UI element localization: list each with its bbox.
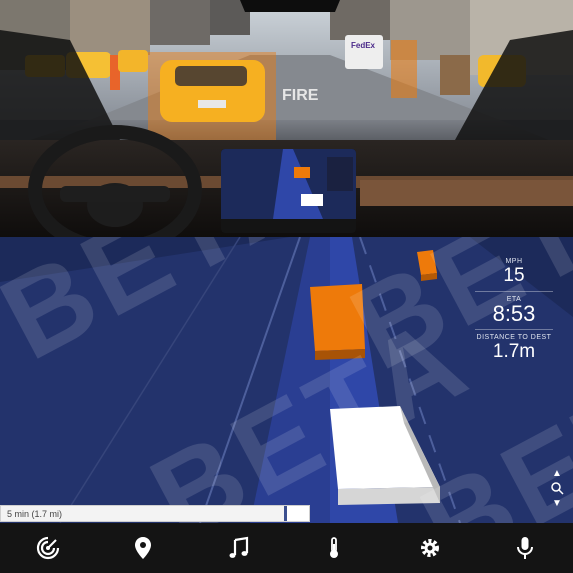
route-progress-marker [284,506,287,521]
settings-button[interactable] [410,528,450,568]
route-summary: 5 min (1.7 mi) [7,509,63,519]
distance-label: DISTANCE TO DEST [476,334,552,341]
speed-value: 15 [503,265,525,286]
navigation-button[interactable] [123,528,163,568]
car-center-screen [221,149,356,233]
music-icon [229,536,248,558]
speed-label: MPH [505,258,523,265]
location-icon [135,537,152,559]
stats-divider [475,291,553,292]
pedestrian-detection-box [391,40,417,98]
street-sign: FIRE [282,87,319,104]
eta-value: 8:53 [492,301,536,326]
zoom-controls: ▲ ▼ [549,468,565,509]
thermometer-icon [330,537,339,558]
bottom-dock [0,523,573,573]
zoom-in-icon[interactable]: ▲ [549,468,565,479]
voice-button[interactable] [505,528,545,568]
gear-icon [420,539,439,557]
autopilot-button[interactable] [28,528,68,568]
microphone-icon [517,537,534,559]
camera-view: FIRE FedEx [0,0,573,237]
lead-vehicle [310,284,365,360]
autopilot-icon [36,536,59,560]
center-screen-map [221,149,356,233]
music-button[interactable] [219,528,259,568]
trip-stats-panel: MPH 15 ETA 8:53 DISTANCE TO DEST 1.7m [469,254,559,363]
climate-button[interactable] [314,528,354,568]
route-progress-bar: 5 min (1.7 mi) [0,505,310,522]
distance-value: 1.7m [492,341,536,362]
stats-divider [475,329,553,330]
search-icon[interactable] [549,481,565,498]
fedex-truck-label: FedEx [351,41,376,50]
zoom-out-icon[interactable]: ▼ [549,498,565,509]
